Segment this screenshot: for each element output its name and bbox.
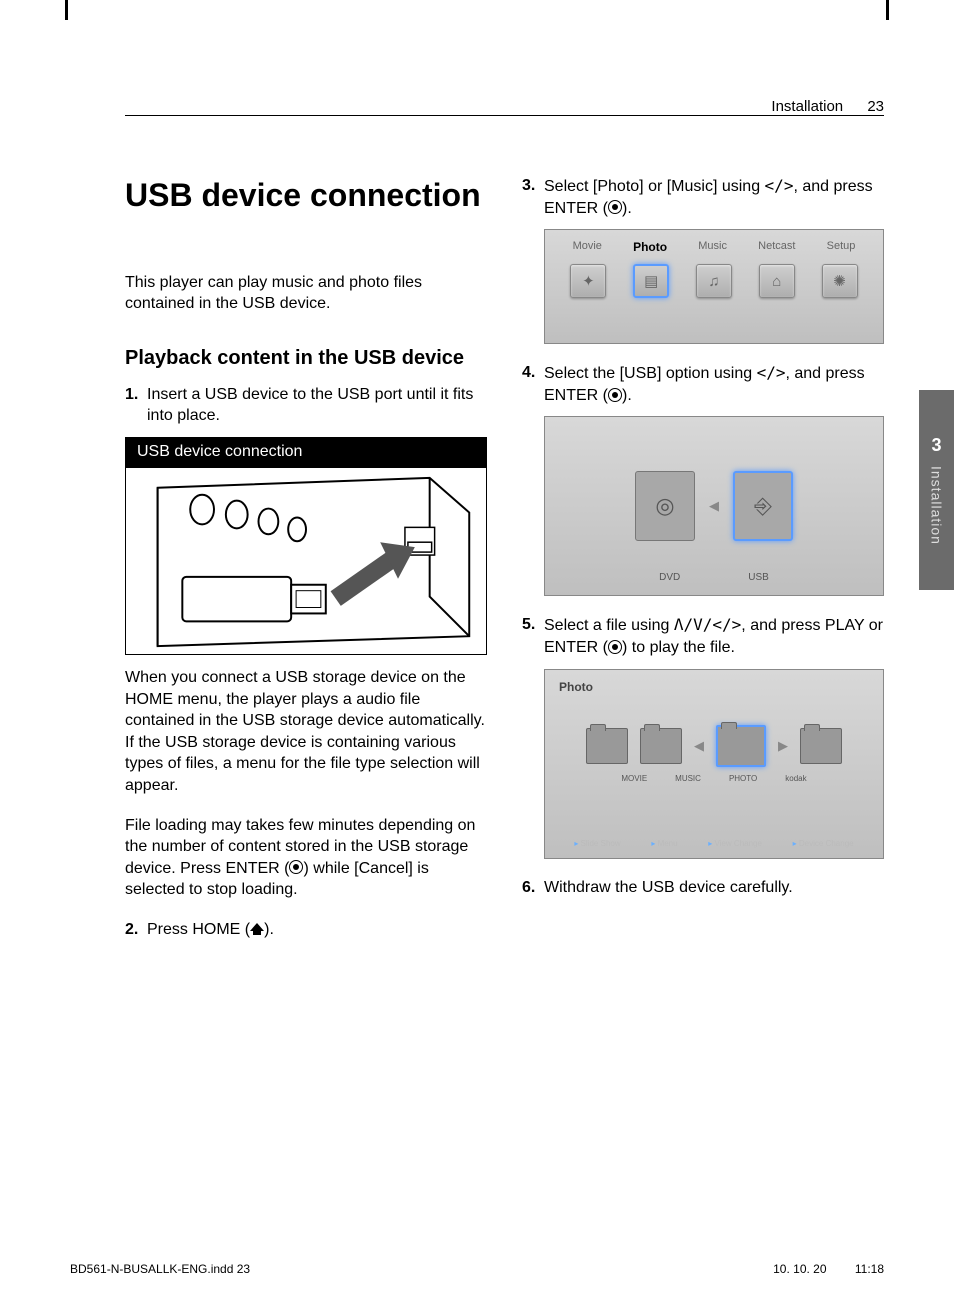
browser-title: Photo xyxy=(559,680,593,694)
body-paragraph-2: File loading may takes few minutes depen… xyxy=(125,815,487,901)
device-label-usb: USB xyxy=(748,572,769,583)
device-select-screenshot: ◎ ◀ ⎆ DVD USB xyxy=(544,416,884,596)
action-menu: Menu xyxy=(651,839,677,848)
menu-icon: ♫ xyxy=(696,264,732,298)
home-menu-screenshot: Movie Photo Music Netcast Setup ✦ ▤ ♫ ⌂ … xyxy=(544,229,884,344)
intro-text: This player can play music and photo fil… xyxy=(125,272,487,315)
file-browser-screenshot: Photo ◀ ▶ MOVIE MUSIC PHOTO kodak xyxy=(544,669,884,859)
footer-filename: BD561-N-BUSALLK-ENG.indd 23 xyxy=(70,1262,250,1276)
usb-connection-diagram xyxy=(125,467,487,655)
page-header: Installation 23 xyxy=(771,98,884,115)
action-slideshow: Slide Show xyxy=(574,839,620,848)
menu-netcast: Netcast xyxy=(758,240,795,254)
step-number: 5. xyxy=(522,614,544,658)
menu-music: Music xyxy=(698,240,727,254)
step-number: 3. xyxy=(522,175,544,219)
step-text: Select [Photo] or [Music] using </>, and… xyxy=(544,175,884,219)
menu-icon: ▤ xyxy=(633,264,669,298)
header-rule xyxy=(125,115,884,116)
step-1: 1. Insert a USB device to the USB port u… xyxy=(125,384,487,427)
folder-icon xyxy=(640,728,682,764)
nav-left-right-icon: </> xyxy=(765,176,794,195)
folder-icon xyxy=(586,728,628,764)
folder-icon xyxy=(800,728,842,764)
menu-icon: ⌂ xyxy=(759,264,795,298)
menu-photo: Photo xyxy=(633,240,667,254)
step-2: 2. Press HOME (). xyxy=(125,919,487,941)
step-number: 2. xyxy=(125,919,147,941)
folder-label: MOVIE xyxy=(621,774,647,783)
step-6: 6. Withdraw the USB device carefully. xyxy=(522,877,884,899)
page-footer: BD561-N-BUSALLK-ENG.indd 23 10. 10. 20 1… xyxy=(70,1262,884,1276)
folder-label: PHOTO xyxy=(729,774,757,783)
header-section: Installation xyxy=(771,98,843,115)
chevron-right-icon: ▶ xyxy=(778,738,788,754)
home-icon xyxy=(250,925,264,933)
step-text: Withdraw the USB device carefully. xyxy=(544,877,884,899)
nav-left-right-icon: </> xyxy=(757,363,786,382)
device-label-dvd: DVD xyxy=(659,572,680,583)
folder-label: MUSIC xyxy=(675,774,701,783)
diagram-caption: USB device connection xyxy=(125,437,487,467)
page-title: USB device connection xyxy=(125,175,487,217)
header-page-number: 23 xyxy=(867,98,884,115)
menu-icon: ✺ xyxy=(822,264,858,298)
folder-label: kodak xyxy=(785,774,806,783)
chapter-label: Installation xyxy=(929,466,945,545)
nav-all-directions-icon: Λ/V/</> xyxy=(674,615,741,634)
chapter-number: 3 xyxy=(931,435,941,456)
chevron-left-icon: ◀ xyxy=(709,498,719,514)
step-text: Select the [USB] option using </>, and p… xyxy=(544,362,884,406)
step-text: Press HOME (). xyxy=(147,919,487,941)
menu-movie: Movie xyxy=(573,240,602,254)
menu-setup: Setup xyxy=(827,240,856,254)
enter-icon xyxy=(608,388,622,402)
step-number: 1. xyxy=(125,384,147,427)
device-usb-icon: ⎆ xyxy=(733,471,793,541)
menu-icon: ✦ xyxy=(570,264,606,298)
body-paragraph-1: When you connect a USB storage device on… xyxy=(125,667,487,797)
enter-icon xyxy=(608,640,622,654)
step-text: Select a file using Λ/V/</>, and press P… xyxy=(544,614,884,658)
action-viewchange: View Change xyxy=(708,839,762,848)
step-3: 3. Select [Photo] or [Music] using </>, … xyxy=(522,175,884,219)
subheading: Playback content in the USB device xyxy=(125,345,487,372)
enter-icon xyxy=(289,860,303,874)
chevron-left-icon: ◀ xyxy=(694,738,704,754)
action-devicechange: Device Change xyxy=(793,839,854,848)
footer-time: 11:18 xyxy=(855,1262,884,1276)
step-5: 5. Select a file using Λ/V/</>, and pres… xyxy=(522,614,884,658)
device-dvd-icon: ◎ xyxy=(635,471,695,541)
enter-icon xyxy=(608,200,622,214)
folder-icon xyxy=(716,725,766,767)
step-number: 6. xyxy=(522,877,544,899)
step-text: Insert a USB device to the USB port unti… xyxy=(147,384,487,427)
side-chapter-tab: 3 Installation xyxy=(919,390,954,590)
footer-date: 10. 10. 20 xyxy=(773,1262,826,1276)
step-4: 4. Select the [USB] option using </>, an… xyxy=(522,362,884,406)
step-number: 4. xyxy=(522,362,544,406)
